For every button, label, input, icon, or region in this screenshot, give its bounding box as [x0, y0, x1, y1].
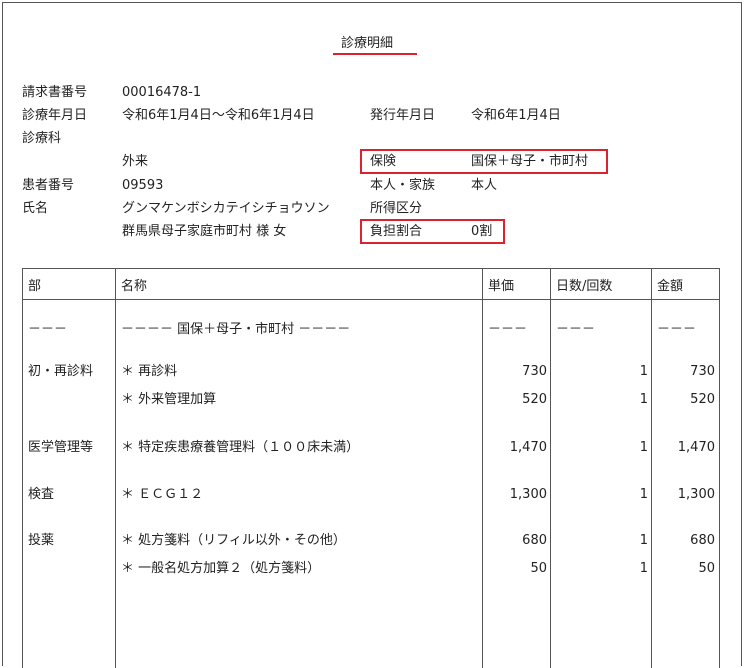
dept-cell: 投薬 [28, 533, 54, 549]
item-name: ＊ 外来管理加算 [121, 392, 216, 408]
column-header: 日数/回数 [551, 269, 652, 300]
insurance-label: 保険 [370, 154, 396, 170]
period-label: 診療年月日 [22, 108, 87, 124]
unit-price: 680 [522, 533, 547, 549]
dept-cell: 初・再診料 [28, 364, 93, 380]
quantity: 1 [640, 533, 648, 549]
amount: 520 [690, 392, 715, 408]
column-header: 名称 [116, 269, 483, 300]
name-label: 氏名 [22, 201, 48, 217]
patient-no: 09593 [122, 178, 163, 194]
quantity: 1 [640, 440, 648, 456]
amount-column: －－－ 730 520 1,470 1,300 680 50 [652, 300, 720, 668]
unit-price: 50 [530, 561, 547, 577]
dept-label: 診療科 [22, 131, 61, 147]
amount: 1,300 [678, 487, 715, 503]
item-name: ＊ ＥＣＧ１２ [121, 487, 203, 503]
separator-dash: －－－ [556, 322, 595, 338]
name-full: 群馬県母子家庭市町村 様 女 [122, 224, 286, 240]
visit-type: 外来 [122, 154, 148, 170]
page-title: 診療明細 [341, 36, 393, 52]
item-name: ＊ 処方箋料（リフィル以外・その他） [121, 533, 346, 549]
separator-dash: －－－ [28, 322, 67, 338]
dept-cell: 医学管理等 [28, 440, 93, 456]
amount: 50 [698, 561, 715, 577]
separator-insurance: －－－－ 国保＋母子・市町村 －－－－ [121, 322, 350, 338]
table-body: －－－ 初・再診料 医学管理等 検査 投薬 －－－－ 国保＋母子・市町村 －－－… [23, 300, 720, 668]
invoice-no: 00016478-1 [122, 85, 201, 101]
relation-label: 本人・家族 [370, 178, 435, 194]
income-label: 所得区分 [370, 201, 422, 217]
qty-column: －－－ 1 1 1 1 1 1 [551, 300, 652, 668]
item-name: ＊ 特定疾患療養管理料（１００床未満） [121, 440, 359, 456]
invoice-no-label: 請求書番号 [22, 85, 87, 101]
burden-label: 負担割合 [370, 224, 422, 240]
amount: 1,470 [678, 440, 715, 456]
unit-price: 1,300 [510, 487, 547, 503]
table-header-row: 部 名称 単価 日数/回数 金額 [23, 269, 720, 300]
unit-price: 1,470 [510, 440, 547, 456]
title-underline [333, 53, 417, 55]
detail-table: 部 名称 単価 日数/回数 金額 －－－ 初・再診料 医学管理等 検査 投薬 －… [22, 268, 720, 668]
amount: 730 [690, 364, 715, 380]
quantity: 1 [640, 364, 648, 380]
relation-value: 本人 [471, 178, 497, 194]
price-column: －－－ 730 520 1,470 1,300 680 50 [483, 300, 551, 668]
issue-date: 令和6年1月4日 [471, 108, 561, 124]
unit-price: 730 [522, 364, 547, 380]
unit-price: 520 [522, 392, 547, 408]
quantity: 1 [640, 561, 648, 577]
name-column: －－－－ 国保＋母子・市町村 －－－－ ＊ 再診料 ＊ 外来管理加算 ＊ 特定疾… [116, 300, 483, 668]
amount: 680 [690, 533, 715, 549]
dept-column: －－－ 初・再診料 医学管理等 検査 投薬 [23, 300, 116, 668]
name-kana: グンマケンボシカテイシチョウソン [122, 201, 330, 217]
insurance-value: 国保＋母子・市町村 [471, 154, 588, 170]
separator-dash: －－－ [657, 322, 696, 338]
quantity: 1 [640, 487, 648, 503]
separator-dash: －－－ [488, 322, 527, 338]
quantity: 1 [640, 392, 648, 408]
column-header: 金額 [652, 269, 720, 300]
item-name: ＊ 一般名処方加算２（処方箋料） [121, 561, 320, 577]
issue-label: 発行年月日 [370, 108, 435, 124]
patient-no-label: 患者番号 [22, 178, 74, 194]
dept-cell: 検査 [28, 487, 54, 503]
item-name: ＊ 再診料 [121, 364, 177, 380]
burden-value: 0割 [471, 224, 492, 240]
column-header: 部 [23, 269, 116, 300]
column-header: 単価 [483, 269, 551, 300]
period: 令和6年1月4日～令和6年1月4日 [122, 108, 315, 124]
